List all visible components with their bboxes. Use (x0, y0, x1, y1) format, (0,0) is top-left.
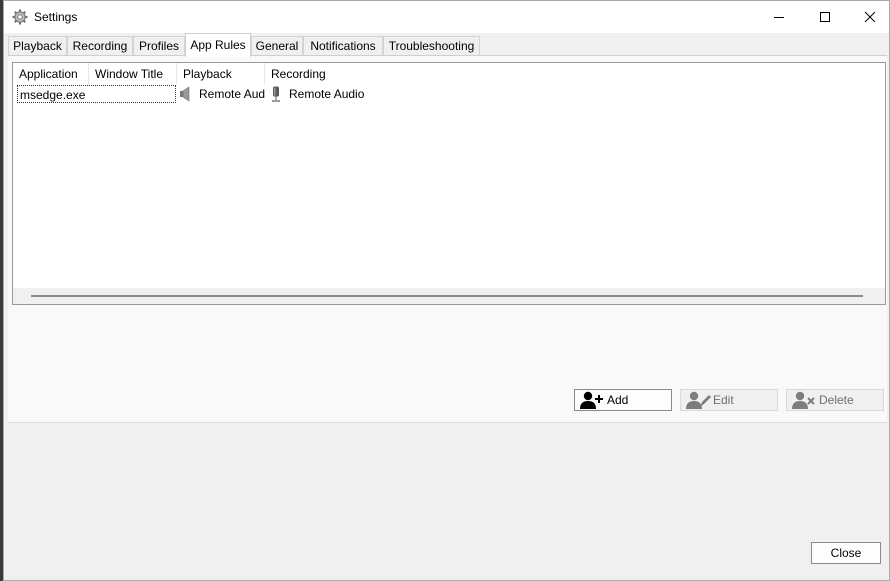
cell-application[interactable]: msedge.exe (17, 85, 176, 103)
maximize-button[interactable] (802, 1, 848, 33)
tab-general[interactable]: General (251, 36, 303, 56)
tab-notifications[interactable]: Notifications (303, 36, 383, 56)
add-button-label: Add (607, 393, 629, 407)
close-button[interactable]: Close (811, 542, 881, 564)
delete-button[interactable]: Delete (786, 389, 884, 411)
close-icon (864, 11, 876, 23)
tab-profiles[interactable]: Profiles (133, 36, 185, 56)
tab-troubleshooting[interactable]: Troubleshooting (383, 36, 480, 56)
add-button[interactable]: Add (574, 389, 672, 411)
minimize-icon (774, 17, 784, 18)
table-row[interactable]: msedge.exe Remote Aud Remote Audio (13, 85, 413, 105)
column-header-playback[interactable]: Playback (177, 63, 265, 85)
title-bar[interactable]: Settings (4, 1, 889, 33)
app-rules-panel: Application Window Title Playback Record… (8, 55, 887, 423)
scrollbar-thumb[interactable] (31, 295, 863, 297)
playback-device-label: Remote Aud (199, 87, 265, 101)
window-title: Settings (34, 10, 78, 24)
edit-button-label: Edit (713, 393, 734, 407)
gear-icon (12, 9, 28, 25)
edit-user-icon (686, 391, 711, 409)
recording-device-label: Remote Audio (289, 87, 365, 101)
cell-recording: Remote Audio (269, 85, 379, 103)
settings-window: Settings Playback Recording Profiles App… (3, 0, 890, 581)
column-header-window-title[interactable]: Window Title (89, 63, 177, 85)
column-header-application[interactable]: Application (13, 63, 89, 85)
edit-button[interactable]: Edit (680, 389, 778, 411)
delete-user-icon (792, 391, 815, 409)
delete-button-label: Delete (819, 393, 854, 407)
minimize-button[interactable] (756, 1, 802, 33)
window-close-button[interactable] (847, 1, 890, 33)
maximize-icon (820, 12, 830, 22)
tab-playback[interactable]: Playback (8, 36, 67, 56)
column-header-recording[interactable]: Recording (265, 63, 365, 85)
speaker-icon (180, 86, 190, 102)
app-rules-list[interactable]: Application Window Title Playback Record… (12, 62, 886, 305)
tab-app-rules[interactable]: App Rules (185, 33, 251, 57)
microphone-icon (272, 86, 280, 102)
tab-recording[interactable]: Recording (67, 36, 133, 56)
cell-playback: Remote Aud (179, 85, 267, 103)
horizontal-scrollbar[interactable] (13, 288, 885, 304)
add-user-icon (580, 391, 603, 409)
